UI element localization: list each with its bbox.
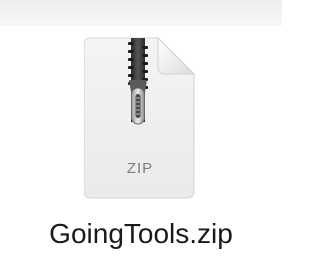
file-name-label[interactable]: GoingTools.zip: [0, 218, 282, 250]
file-type-label: ZIP: [126, 160, 154, 177]
file-item-zip[interactable]: ZIP GoingTools.zip: [0, 0, 282, 261]
finder-icon-view: ZIP GoingTools.zip: [0, 0, 282, 261]
